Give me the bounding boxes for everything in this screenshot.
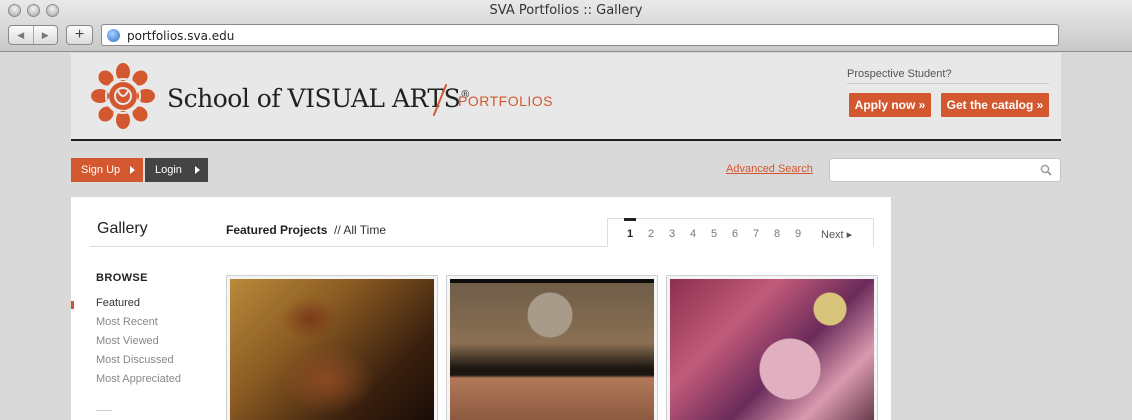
- project-image: [230, 279, 434, 420]
- url-text[interactable]: portfolios.sva.edu: [127, 29, 234, 43]
- page-link-2[interactable]: 2: [648, 228, 654, 240]
- active-page-marker: [624, 218, 636, 221]
- sva-flower-logo-icon[interactable]: [88, 63, 158, 129]
- page-link-5[interactable]: 5: [711, 228, 717, 240]
- page-link-3[interactable]: 3: [669, 228, 675, 240]
- page-link-4[interactable]: 4: [690, 228, 696, 240]
- browser-chrome: SVA Portfolios :: Gallery ◀ ▶ + portfoli…: [0, 0, 1132, 52]
- forward-icon[interactable]: ▶: [34, 26, 58, 44]
- school-name-text: School of VISUAL ARTS: [167, 84, 461, 113]
- sign-up-label: Sign Up: [81, 164, 121, 176]
- next-page-link[interactable]: Next ▸: [821, 228, 852, 241]
- prospective-divider: [847, 83, 1049, 84]
- login-label: Login: [155, 164, 182, 176]
- browse-item-most-appreciated[interactable]: Most Appreciated: [96, 373, 181, 385]
- page-link-8[interactable]: 8: [774, 228, 780, 240]
- window-title: SVA Portfolios :: Gallery: [489, 3, 643, 18]
- search-input[interactable]: [829, 158, 1061, 182]
- project-thumbnail[interactable]: [666, 275, 878, 420]
- globe-icon: [107, 29, 120, 42]
- add-bookmark-button[interactable]: +: [66, 25, 93, 45]
- sign-up-button[interactable]: Sign Up: [71, 158, 143, 182]
- page-link-6[interactable]: 6: [732, 228, 738, 240]
- browse-item-most-recent[interactable]: Most Recent: [96, 316, 158, 328]
- page-link-1[interactable]: 1: [627, 228, 633, 240]
- login-button[interactable]: Login: [145, 158, 208, 182]
- address-bar[interactable]: portfolios.sva.edu: [101, 24, 1059, 46]
- arrow-right-icon: [130, 166, 135, 174]
- project-thumbnail[interactable]: [226, 275, 438, 420]
- section-label[interactable]: PORTFOLIOS: [458, 93, 553, 109]
- search-icon[interactable]: [1040, 164, 1052, 176]
- apply-now-button[interactable]: Apply now »: [849, 93, 931, 117]
- site-header: School of VISUAL ARTS® PORTFOLIOS Prospe…: [71, 53, 1061, 141]
- history-nav: ◀ ▶: [8, 25, 58, 45]
- advanced-search-link[interactable]: Advanced Search: [726, 163, 813, 175]
- browse-item-most-viewed[interactable]: Most Viewed: [96, 335, 159, 347]
- page-title: Gallery: [97, 220, 148, 237]
- page-link-7[interactable]: 7: [753, 228, 759, 240]
- get-catalog-button[interactable]: Get the catalog »: [941, 93, 1049, 117]
- pagination: 1 2 3 4 5 6 7 8 9 Next ▸: [607, 218, 874, 247]
- page-link-9[interactable]: 9: [795, 228, 801, 240]
- timeframe-label[interactable]: // All Time: [334, 223, 386, 237]
- project-image: [670, 279, 874, 420]
- browse-item-most-discussed[interactable]: Most Discussed: [96, 354, 174, 366]
- back-icon[interactable]: ◀: [9, 26, 34, 44]
- school-name[interactable]: School of VISUAL ARTS®: [167, 84, 470, 113]
- arrow-right-icon: [195, 166, 200, 174]
- featured-projects-heading: Featured Projects: [226, 223, 328, 237]
- project-image: [450, 279, 654, 420]
- browse-heading: BROWSE: [96, 272, 148, 284]
- browse-divider: [96, 410, 112, 411]
- prospective-label: Prospective Student?: [847, 68, 952, 80]
- gallery-panel: Gallery Featured Projects // All Time 1 …: [71, 197, 891, 420]
- selected-indicator: [71, 301, 74, 309]
- project-thumbnail[interactable]: [446, 275, 658, 420]
- title-divider: [90, 246, 606, 247]
- browse-item-featured[interactable]: Featured: [96, 297, 140, 309]
